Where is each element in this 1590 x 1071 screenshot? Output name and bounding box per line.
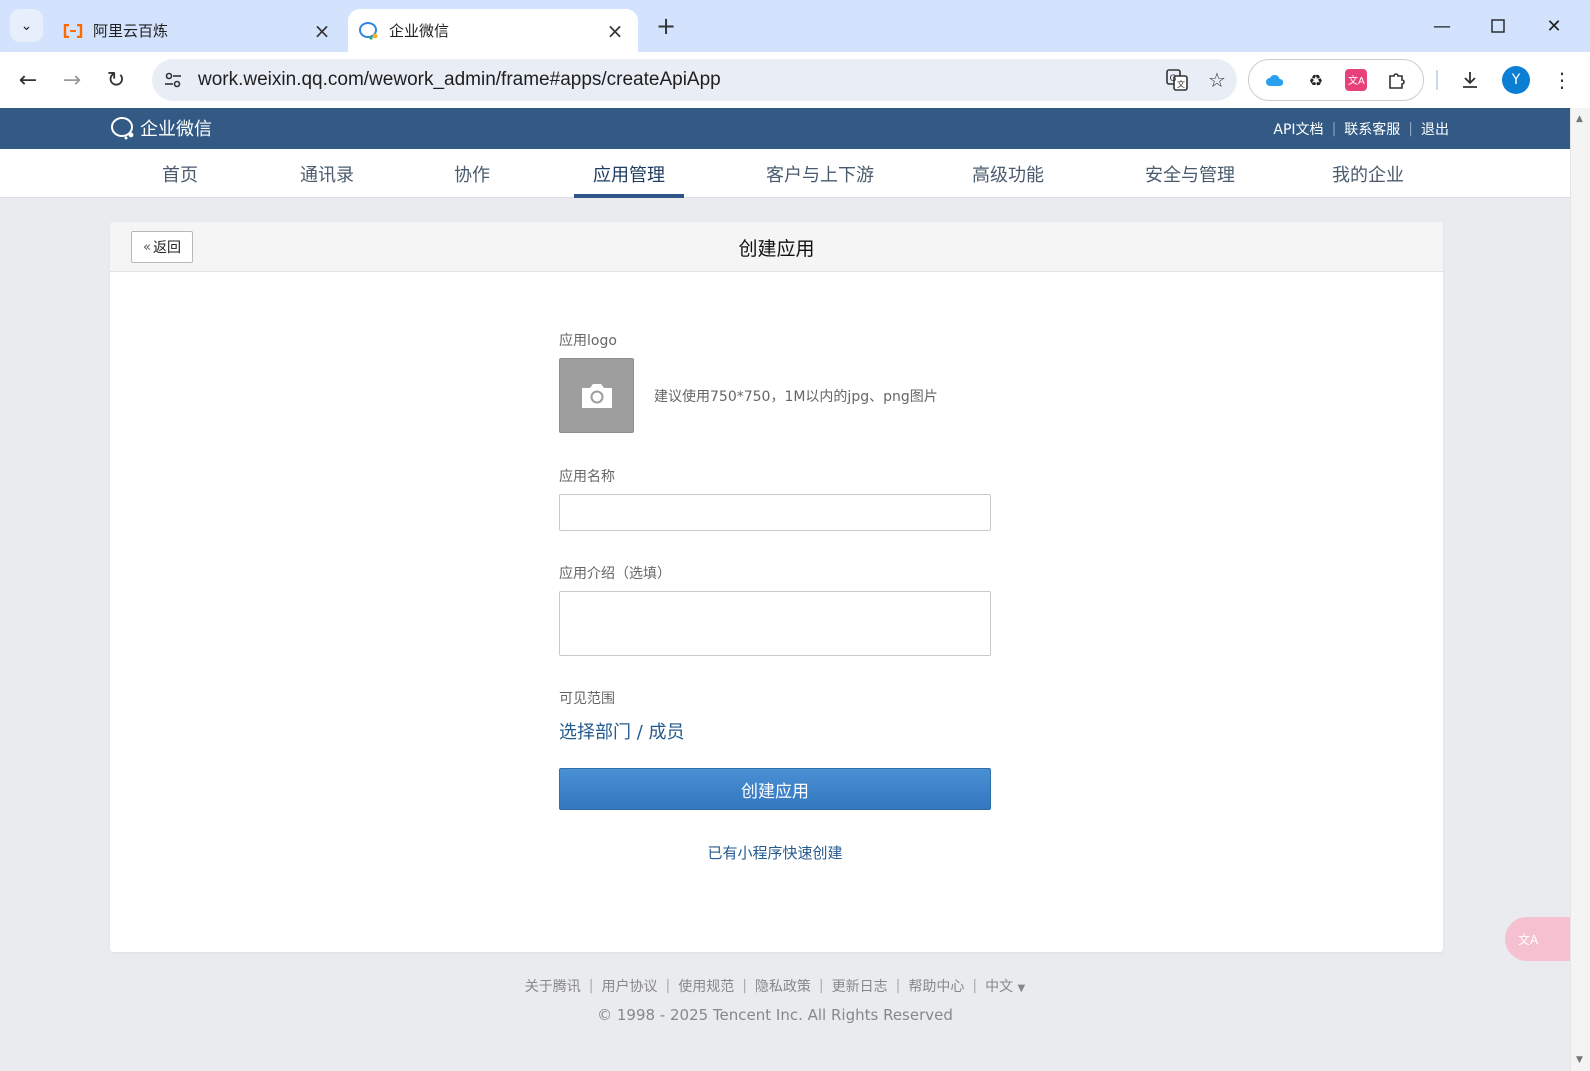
scope-label: 可见范围 bbox=[559, 691, 615, 707]
intro-label: 应用介绍（选填） bbox=[559, 566, 671, 582]
caret-down-icon: ▼ bbox=[1017, 983, 1026, 994]
svg-text:文A: 文A bbox=[1348, 74, 1365, 87]
maximize-icon[interactable] bbox=[1478, 10, 1518, 42]
card-header: « 返回 创建应用 bbox=[110, 222, 1443, 272]
footer-link-about[interactable]: 关于腾讯 bbox=[517, 976, 589, 996]
reload-icon[interactable]: ↻ bbox=[98, 62, 134, 98]
active-tab-indicator bbox=[574, 194, 684, 198]
logo-hint: 建议使用750*750，1M以内的jpg、png图片 bbox=[654, 388, 938, 405]
nav-my-enterprise[interactable]: 我的企业 bbox=[1318, 149, 1418, 198]
toolbar-separator bbox=[1436, 70, 1438, 90]
logout-link[interactable]: 退出 bbox=[1413, 119, 1457, 139]
download-icon[interactable] bbox=[1452, 62, 1488, 98]
cloud-extension-icon[interactable] bbox=[1260, 65, 1290, 95]
nav-collaboration[interactable]: 协作 bbox=[437, 149, 507, 198]
language-select[interactable]: 中文 ▼ bbox=[977, 976, 1033, 996]
svg-text:G: G bbox=[1170, 74, 1177, 84]
nav-security[interactable]: 安全与管理 bbox=[1130, 149, 1250, 198]
browser-tab-wework[interactable]: 企业微信 × bbox=[348, 9, 638, 52]
create-app-button[interactable]: 创建应用 bbox=[559, 768, 991, 810]
nav-contacts[interactable]: 通讯录 bbox=[282, 149, 372, 198]
scroll-down-icon[interactable]: ▼ bbox=[1576, 1055, 1583, 1065]
recycle-extension-icon[interactable]: ♻ bbox=[1301, 65, 1331, 95]
mini-program-create-link[interactable]: 已有小程序快速创建 bbox=[559, 842, 991, 863]
logo-upload[interactable] bbox=[559, 358, 634, 433]
browser-tabbar: ⌄ 阿里云百炼 × 企业微信 × + — ✕ bbox=[0, 0, 1590, 52]
app-intro-textarea[interactable] bbox=[559, 591, 991, 656]
puzzle-extensions-icon[interactable] bbox=[1382, 65, 1412, 95]
more-menu-icon[interactable]: ⋮ bbox=[1544, 62, 1580, 98]
bookmark-star-icon[interactable]: ☆ bbox=[1197, 60, 1237, 100]
wework-header: 企业微信 API文档 | 联系客服 | 退出 bbox=[0, 108, 1570, 149]
footer-links: 关于腾讯 | 用户协议 | 使用规范 | 隐私政策 | 更新日志 | 帮助中心 | 中文 ▼ bbox=[0, 976, 1550, 996]
app-name-input[interactable] bbox=[559, 494, 991, 531]
page-footer: 关于腾讯 | 用户协议 | 使用规范 | 隐私政策 | 更新日志 | 帮助中心 | 中文 ▼… bbox=[0, 976, 1550, 1024]
nav-app-management[interactable]: 应用管理 bbox=[574, 149, 684, 198]
tab-title: 阿里云百炼 bbox=[93, 22, 169, 40]
floating-translate-button[interactable]: 文A bbox=[1505, 917, 1570, 961]
header-links: API文档 | 联系客服 | 退出 bbox=[1265, 119, 1457, 139]
footer-link-usage[interactable]: 使用规范 bbox=[670, 976, 742, 996]
footer-link-privacy[interactable]: 隐私政策 bbox=[747, 976, 819, 996]
minimize-icon[interactable]: — bbox=[1422, 10, 1462, 42]
site-settings-icon[interactable] bbox=[156, 63, 190, 97]
window-close-icon[interactable]: ✕ bbox=[1534, 10, 1574, 42]
tab-title: 企业微信 bbox=[389, 22, 450, 40]
browser-tab-aliyun[interactable]: 阿里云百炼 × bbox=[50, 9, 345, 52]
main-nav: 首页 通讯录 协作 应用管理 客户与上下游 高级功能 安全与管理 我的企业 bbox=[0, 149, 1570, 198]
create-app-card: « 返回 创建应用 应用logo 建议使用750*750，1M以内的jpg、pn… bbox=[110, 222, 1443, 952]
translator-extension-icon[interactable]: 文A bbox=[1341, 65, 1371, 95]
api-docs-link[interactable]: API文档 bbox=[1265, 119, 1331, 139]
profile-avatar[interactable]: Y bbox=[1502, 66, 1530, 94]
nav-customers[interactable]: 客户与上下游 bbox=[752, 149, 888, 198]
logo-row: 建议使用750*750，1M以内的jpg、png图片 bbox=[559, 358, 991, 433]
wework-logo[interactable]: 企业微信 bbox=[110, 115, 212, 141]
page-title: 创建应用 bbox=[738, 237, 815, 260]
new-tab-button[interactable]: + bbox=[652, 12, 680, 40]
address-bar[interactable]: work.weixin.qq.com/wework_admin/frame#ap… bbox=[152, 59, 1237, 101]
extensions-group: ♻ 文A bbox=[1248, 59, 1424, 101]
footer-link-changelog[interactable]: 更新日志 bbox=[824, 976, 896, 996]
logo-label: 应用logo bbox=[559, 333, 617, 349]
footer-link-help[interactable]: 帮助中心 bbox=[900, 976, 972, 996]
contact-support-link[interactable]: 联系客服 bbox=[1336, 119, 1408, 139]
url-text[interactable]: work.weixin.qq.com/wework_admin/frame#ap… bbox=[198, 69, 1157, 91]
svg-text:文: 文 bbox=[1177, 79, 1185, 89]
copyright: © 1998 - 2025 Tencent Inc. All Rights Re… bbox=[597, 1006, 953, 1024]
name-label: 应用名称 bbox=[559, 469, 615, 485]
svg-text:文A: 文A bbox=[1518, 932, 1539, 947]
wework-icon bbox=[358, 20, 380, 42]
back-arrow-icon[interactable]: ← bbox=[10, 62, 46, 98]
close-icon[interactable]: × bbox=[309, 18, 335, 44]
page-viewport: 企业微信 API文档 | 联系客服 | 退出 首页 通讯录 协作 应用管理 客户… bbox=[0, 108, 1570, 1071]
aliyun-icon bbox=[62, 20, 84, 42]
chevron-down-icon: ⌄ bbox=[20, 17, 33, 34]
translate-float-icon: 文A bbox=[1518, 932, 1539, 947]
nav-home[interactable]: 首页 bbox=[145, 149, 215, 198]
translate-icon[interactable]: G文 bbox=[1157, 60, 1197, 100]
scroll-up-icon[interactable]: ▲ bbox=[1576, 114, 1583, 124]
create-app-form: 应用logo 建议使用750*750，1M以内的jpg、png图片 应用名称 应… bbox=[559, 330, 991, 863]
page-scrollbar[interactable]: ▲ ▼ bbox=[1570, 108, 1590, 1071]
tab-search-button[interactable]: ⌄ bbox=[10, 9, 43, 42]
close-icon[interactable]: × bbox=[602, 18, 628, 44]
browser-toolbar: ← → ↻ work.weixin.qq.com/wework_admin/fr… bbox=[0, 52, 1590, 108]
forward-arrow-icon[interactable]: → bbox=[54, 62, 90, 98]
camera-icon bbox=[581, 383, 612, 408]
nav-advanced[interactable]: 高级功能 bbox=[958, 149, 1058, 198]
footer-link-terms[interactable]: 用户协议 bbox=[593, 976, 665, 996]
select-members-link[interactable]: 选择部门 / 成员 bbox=[559, 718, 685, 744]
wework-logo-text: 企业微信 bbox=[140, 119, 212, 140]
wework-logo-icon bbox=[110, 115, 136, 141]
